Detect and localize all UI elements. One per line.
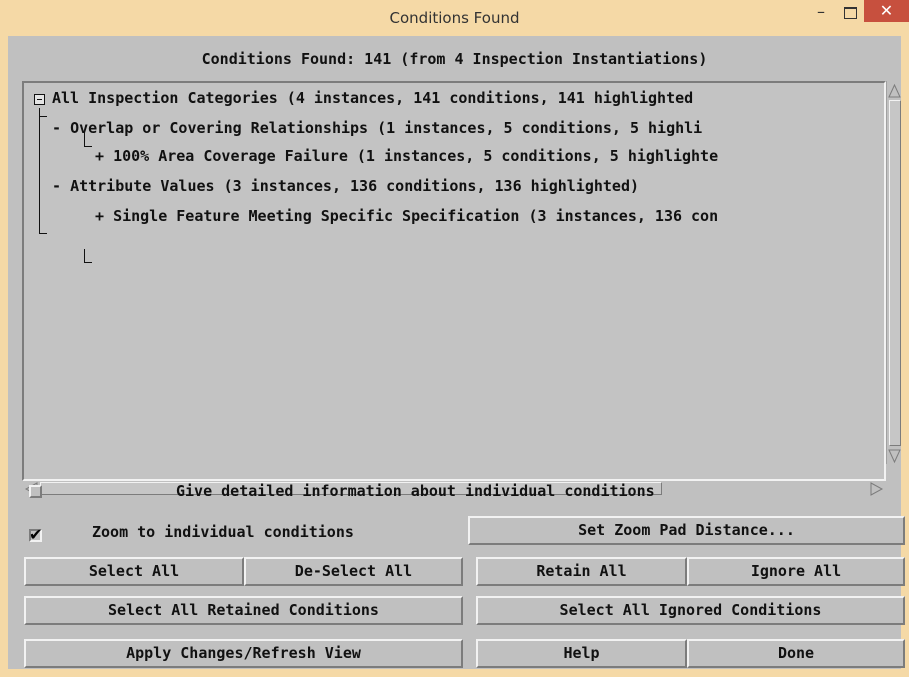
title-bar[interactable]: Conditions Found – ✕ — [0, 0, 909, 36]
check-icon: ✔ — [29, 525, 43, 544]
retain-all-button[interactable]: Retain All — [476, 557, 687, 586]
deselect-all-button[interactable]: De-Select All — [244, 557, 463, 586]
zoom-label: Zoom to individual conditions — [92, 523, 354, 541]
set-zoom-pad-button[interactable]: Set Zoom Pad Distance... — [468, 516, 905, 545]
select-ignored-button[interactable]: Select All Ignored Conditions — [476, 596, 905, 625]
conditions-found-window: Conditions Found – ✕ Conditions Found: 1… — [0, 0, 909, 677]
tree-connector-line — [39, 116, 47, 117]
tree-node-label: Single Feature Meeting Specific Specific… — [113, 207, 719, 225]
close-button[interactable]: ✕ — [864, 0, 909, 22]
tree-connector-line — [84, 146, 92, 147]
tree-node-single-feature[interactable]: + Single Feature Meeting Specific Specif… — [95, 207, 718, 225]
done-button[interactable]: Done — [687, 639, 905, 668]
tree-node-prefix: - — [52, 119, 71, 137]
help-button[interactable]: Help — [476, 639, 687, 668]
tree-node-label: All Inspection Categories (4 instances, … — [52, 89, 694, 107]
collapse-toggle-icon[interactable] — [34, 94, 45, 105]
detailed-info-checkbox[interactable] — [29, 485, 42, 498]
tree-node-root[interactable]: All Inspection Categories (4 instances, … — [52, 89, 693, 107]
tree-node-attribute-values[interactable]: - Attribute Values (3 instances, 136 con… — [52, 177, 639, 195]
maximize-icon — [843, 7, 857, 19]
tree-connector-line — [84, 249, 85, 262]
tree-connector-line — [39, 233, 47, 234]
detailed-info-label: Give detailed information about individu… — [176, 482, 655, 500]
scroll-right-icon[interactable] — [870, 481, 884, 497]
vertical-scroll-thumb[interactable] — [889, 100, 901, 446]
apply-refresh-button[interactable]: Apply Changes/Refresh View — [24, 639, 463, 668]
tree-node-prefix: + — [95, 207, 114, 225]
window-title: Conditions Found — [389, 9, 520, 27]
vertical-scrollbar[interactable] — [886, 81, 901, 464]
tree-node-prefix: - — [52, 177, 71, 195]
scroll-down-icon[interactable] — [888, 449, 901, 464]
tree-node-label: Attribute Values (3 instances, 136 condi… — [70, 177, 640, 195]
ignore-all-button[interactable]: Ignore All — [687, 557, 905, 586]
tree-node-label: Overlap or Covering Relationships (1 ins… — [70, 119, 703, 137]
scroll-up-icon[interactable] — [888, 83, 901, 98]
tree-connector-line — [84, 262, 92, 263]
select-all-button[interactable]: Select All — [24, 557, 244, 586]
tree-node-area-coverage[interactable]: + 100% Area Coverage Failure (1 instance… — [95, 147, 718, 165]
minimize-button[interactable]: – — [806, 2, 836, 28]
condition-tree-view[interactable]: All Inspection Categories (4 instances, … — [22, 81, 886, 481]
select-retained-button[interactable]: Select All Retained Conditions — [24, 596, 463, 625]
conditions-found-heading: Conditions Found: 141 (from 4 Inspection… — [201, 50, 708, 68]
tree-node-overlap[interactable]: - Overlap or Covering Relationships (1 i… — [52, 119, 702, 137]
zoom-checkbox[interactable]: ✔ — [29, 525, 42, 544]
tree-node-label: 100% Area Coverage Failure (1 instances,… — [113, 147, 719, 165]
maximize-button[interactable] — [836, 4, 864, 30]
dialog-client-area: Conditions Found: 141 (from 4 Inspection… — [8, 36, 905, 669]
tree-node-prefix: + — [95, 147, 114, 165]
tree-connector-line — [39, 108, 40, 234]
